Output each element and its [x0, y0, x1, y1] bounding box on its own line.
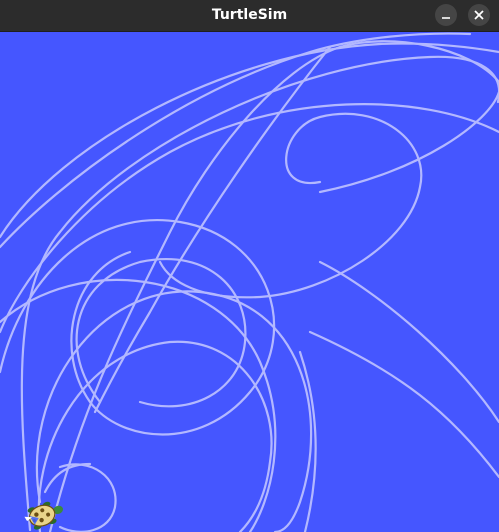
trail-path: [0, 219, 276, 436]
trail-path: [318, 260, 499, 424]
trail-path: [0, 32, 472, 249]
trail-path: [58, 463, 117, 532]
trail-path: [0, 42, 499, 239]
close-button[interactable]: [468, 4, 490, 26]
turtle-icon: [24, 501, 63, 530]
close-icon: [474, 10, 484, 20]
title-bar[interactable]: TurtleSim: [0, 0, 499, 32]
trail-path: [308, 330, 499, 479]
trail-path: [158, 112, 423, 299]
turtlesim-window: TurtleSim: [0, 0, 499, 532]
minimize-button[interactable]: [435, 4, 457, 26]
trail-path: [43, 462, 92, 494]
minimize-icon: [442, 17, 450, 19]
pen-trails: [0, 32, 499, 532]
window-title: TurtleSim: [211, 7, 288, 23]
trail-path: [20, 55, 499, 532]
turtle-canvas: [0, 32, 499, 532]
trail-path: [0, 278, 277, 532]
